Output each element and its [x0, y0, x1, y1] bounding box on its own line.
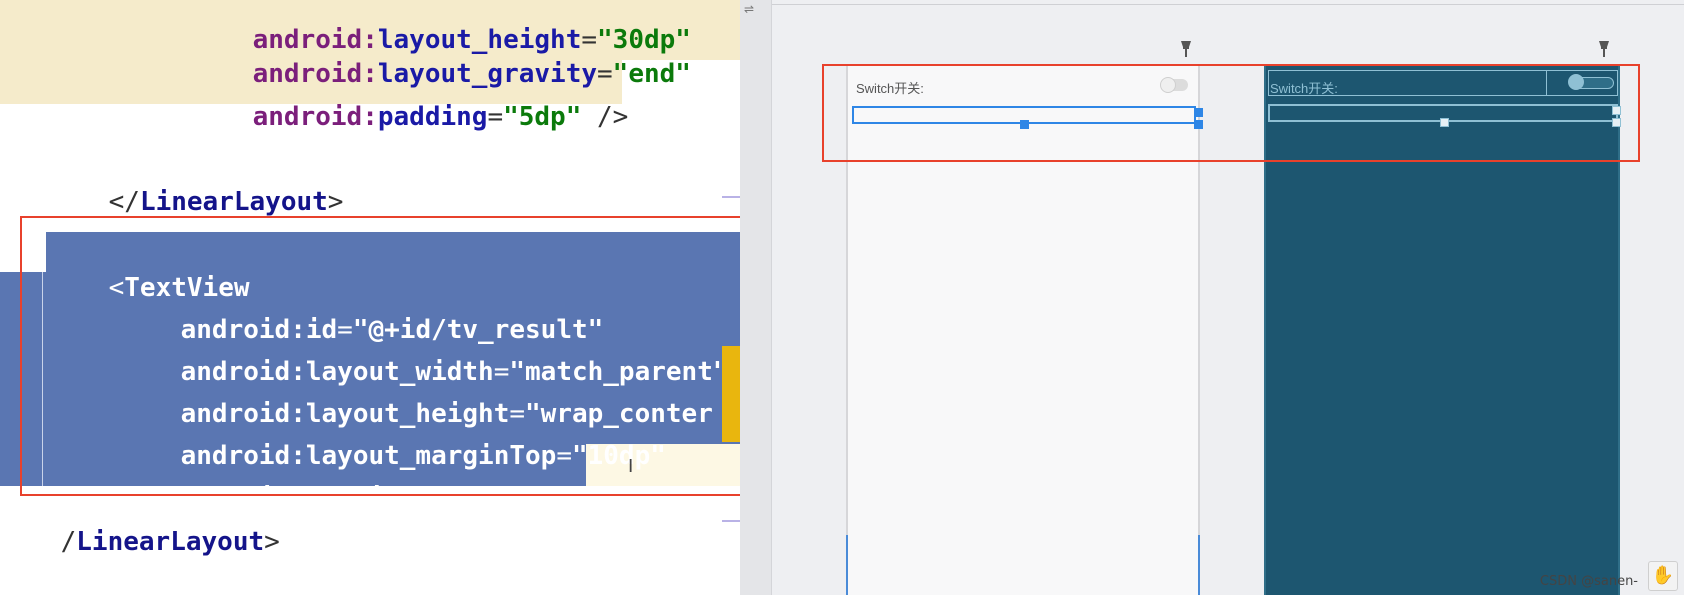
hand-icon[interactable]: ✋ [1648, 561, 1678, 591]
gutter-marker [722, 520, 740, 522]
watermark: CSDN @sanen- [1539, 574, 1638, 589]
highlight-box-preview [822, 64, 1640, 162]
highlight-box-textview [20, 216, 740, 496]
preview-toolbar-edge [772, 4, 1684, 5]
layout-preview-pane[interactable]: ⇌ Switch开关: Switch开关: CSDN @sanen- ✋ [740, 0, 1684, 595]
xml-code-editor[interactable]: android:layout_height="30dp" android:lay… [0, 0, 740, 595]
code-line-close-linearlayout-outer[interactable]: /LinearLayout> [0, 488, 280, 595]
bottom-edge-marker [1198, 535, 1200, 595]
pin-icon[interactable] [1597, 40, 1611, 58]
switch-icon[interactable]: ⇌ [744, 2, 760, 16]
bottom-edge-marker [846, 535, 848, 595]
gutter-marker [722, 196, 740, 198]
pane-splitter[interactable]: ⇌ [740, 0, 772, 595]
pin-icon[interactable] [1179, 40, 1193, 58]
